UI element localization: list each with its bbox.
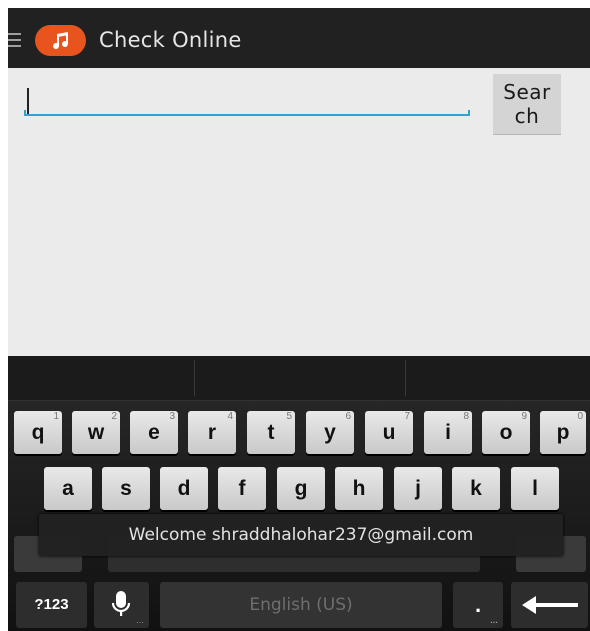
key-k[interactable]: k <box>452 467 500 510</box>
key-y[interactable]: y6 <box>306 411 354 454</box>
welcome-toast: Welcome shraddhalohar237@gmail.com <box>39 514 563 556</box>
action-bar: Check Online <box>8 8 590 68</box>
key-u[interactable]: u7 <box>365 411 413 454</box>
enter-key[interactable] <box>511 582 588 628</box>
music-note-icon[interactable] <box>35 25 86 56</box>
key-i[interactable]: i8 <box>424 411 472 454</box>
key-h[interactable]: h <box>335 467 383 510</box>
key-p[interactable]: p0 <box>540 411 586 454</box>
search-input[interactable] <box>24 80 470 118</box>
key-w[interactable]: w2 <box>72 411 120 454</box>
key-j[interactable]: j <box>394 467 442 510</box>
microphone-icon <box>111 591 131 616</box>
input-underline <box>24 114 470 116</box>
key-r[interactable]: r4 <box>188 411 236 454</box>
space-key[interactable]: English (US) <box>160 582 442 628</box>
app-title: Check Online <box>99 28 242 52</box>
search-button[interactable]: Search <box>493 74 561 135</box>
suggestion-strip <box>8 356 590 401</box>
period-key[interactable]: . … <box>453 582 503 628</box>
key-g[interactable]: g <box>277 467 325 510</box>
key-a[interactable]: a <box>44 467 92 510</box>
enter-arrow-icon <box>522 596 578 614</box>
microphone-key[interactable]: … <box>94 582 149 628</box>
search-button-label: Search <box>503 80 551 128</box>
app-screen: Check Online Search q1 w2 e3 r4 t5 y6 u7… <box>8 8 590 631</box>
key-t[interactable]: t5 <box>247 411 295 454</box>
key-d[interactable]: d <box>160 467 208 510</box>
key-l[interactable]: l <box>511 467 559 510</box>
key-o[interactable]: o9 <box>482 411 530 454</box>
symbols-key[interactable]: ?123 <box>16 582 87 628</box>
key-e[interactable]: e3 <box>130 411 178 454</box>
text-cursor <box>27 88 29 114</box>
key-s[interactable]: s <box>102 467 150 510</box>
key-q[interactable]: q1 <box>14 411 62 454</box>
menu-icon[interactable] <box>8 33 22 49</box>
key-f[interactable]: f <box>218 467 266 510</box>
